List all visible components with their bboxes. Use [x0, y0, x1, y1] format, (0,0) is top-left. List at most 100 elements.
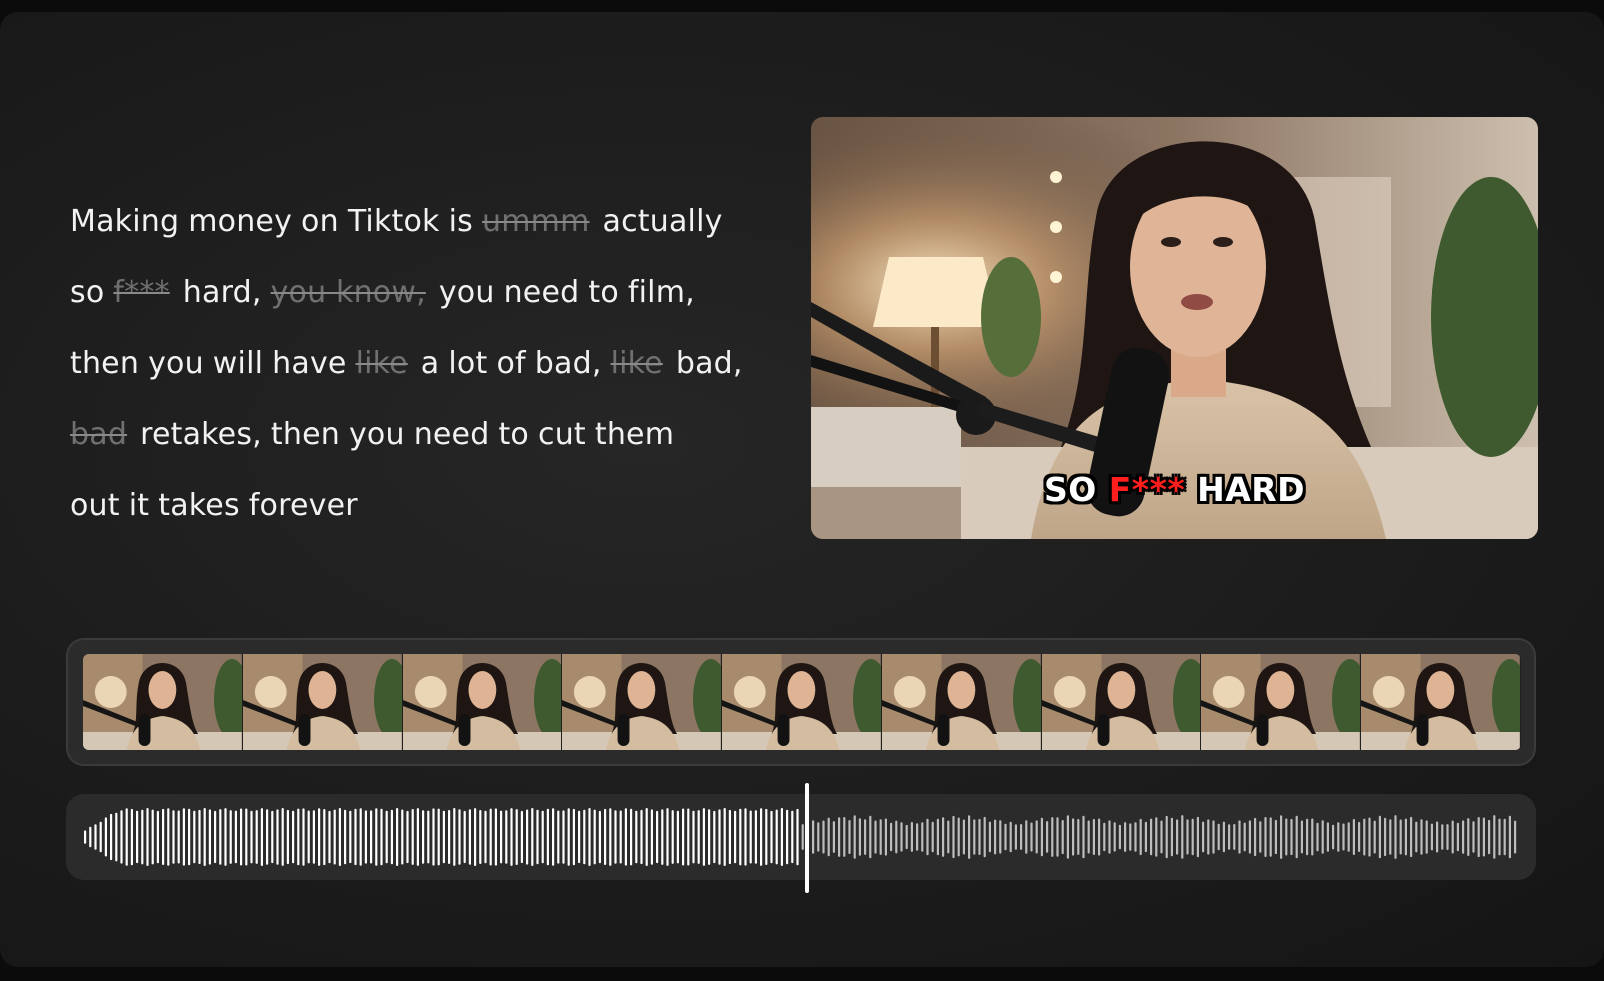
- waveform-bar: [749, 810, 752, 864]
- waveform-bar: [588, 808, 591, 866]
- waveform-bar: [323, 809, 326, 866]
- transcript-word[interactable]: cut: [538, 417, 586, 452]
- transcript-word[interactable]: you: [148, 346, 204, 381]
- timeline-playhead[interactable]: [805, 783, 809, 893]
- filmstrip-frame[interactable]: [402, 654, 563, 750]
- transcript-word[interactable]: will: [213, 346, 263, 381]
- waveform-bar: [957, 817, 960, 857]
- transcript-word[interactable]: you: [349, 417, 405, 452]
- transcript-word[interactable]: to: [498, 417, 529, 452]
- waveform-bar: [1108, 820, 1111, 854]
- transcript-word[interactable]: bad,: [676, 346, 743, 381]
- waveform-bar: [494, 808, 497, 866]
- waveform-bar: [1306, 818, 1309, 856]
- transcript-word-removed[interactable]: bad: [70, 417, 127, 452]
- audio-waveform-track[interactable]: [66, 794, 1536, 880]
- waveform-bar: [739, 808, 742, 866]
- waveform-bar: [1378, 815, 1381, 859]
- waveform-bar: [650, 809, 653, 865]
- filmstrip-frame[interactable]: [881, 654, 1042, 750]
- transcript-word[interactable]: then: [271, 417, 340, 452]
- transcript-word[interactable]: to: [588, 275, 619, 310]
- filmstrip-frame[interactable]: [1201, 654, 1362, 750]
- waveform-bar: [500, 810, 503, 864]
- transcript-word[interactable]: Making: [70, 204, 179, 239]
- filmstrip-frame[interactable]: [83, 654, 243, 750]
- filmstrip-frame[interactable]: [242, 654, 403, 750]
- transcript-word[interactable]: you: [439, 275, 495, 310]
- transcript-word[interactable]: money: [188, 204, 292, 239]
- transcript-word[interactable]: it: [129, 488, 150, 523]
- waveform-bar: [390, 809, 393, 865]
- transcript-word[interactable]: need: [414, 417, 490, 452]
- filmstrip-frame[interactable]: [562, 654, 723, 750]
- transcript-word[interactable]: of: [496, 346, 525, 381]
- waveform-bar: [208, 809, 211, 865]
- transcript-word[interactable]: actually: [603, 204, 723, 239]
- waveform-bar: [286, 809, 289, 865]
- transcript-word[interactable]: film,: [628, 275, 695, 310]
- transcript-word[interactable]: need: [504, 275, 580, 310]
- waveform-bar: [791, 810, 794, 864]
- filmstrip-frame[interactable]: [1041, 654, 1202, 750]
- waveform-bar: [422, 810, 425, 864]
- transcript-word[interactable]: then: [70, 346, 139, 381]
- waveform-bar: [1046, 821, 1049, 853]
- waveform-bar: [598, 810, 601, 864]
- waveform-bar: [1196, 816, 1199, 858]
- waveform-bar: [583, 809, 586, 865]
- waveform-bar: [229, 810, 232, 864]
- transcript-word[interactable]: lot: [448, 346, 487, 381]
- waveform-bar: [765, 808, 768, 865]
- transcript-word[interactable]: have: [272, 346, 346, 381]
- waveform-bar: [115, 812, 118, 862]
- waveform-bar: [890, 822, 893, 852]
- transcript-word-removed[interactable]: ummm: [482, 204, 590, 239]
- transcript-word-removed[interactable]: f***: [113, 275, 169, 310]
- waveform-bar: [453, 808, 456, 866]
- waveform-bar: [1025, 820, 1028, 854]
- waveform-bar: [604, 808, 607, 865]
- waveform-bar: [708, 809, 711, 865]
- transcript-word-removed[interactable]: you know,: [271, 275, 426, 310]
- transcript-word[interactable]: so: [70, 275, 104, 310]
- waveform-bar: [552, 808, 555, 866]
- waveform-bar: [1269, 817, 1272, 857]
- transcript-word[interactable]: forever: [249, 488, 358, 523]
- waveform-bar: [427, 810, 430, 864]
- waveform-bar: [796, 808, 799, 866]
- transcript-line: so f*** hard, you know, you need to film,: [70, 257, 790, 328]
- transcript-word[interactable]: takes: [158, 488, 240, 523]
- waveform-bar: [172, 810, 175, 864]
- waveform-bar: [1498, 818, 1501, 856]
- transcript-word-removed[interactable]: like: [611, 346, 663, 381]
- waveform-bar: [1020, 824, 1023, 850]
- waveform-bar: [1155, 817, 1158, 857]
- transcript-word[interactable]: them: [595, 417, 674, 452]
- waveform-bar: [1077, 819, 1080, 855]
- waveform-bar: [328, 810, 331, 864]
- waveform-bar: [531, 808, 534, 866]
- waveform-bar: [411, 809, 414, 865]
- filmstrip-frame[interactable]: [722, 654, 882, 750]
- waveform-bar: [822, 820, 825, 854]
- waveform-bar: [463, 810, 466, 864]
- transcript-line: bad retakes, then you need to cut them: [70, 399, 790, 470]
- transcript-word[interactable]: Tiktok: [348, 204, 440, 239]
- filmstrip-frame[interactable]: [1361, 654, 1521, 750]
- waveform-bar: [385, 810, 388, 864]
- waveform-bar: [1514, 820, 1517, 854]
- transcript-word[interactable]: retakes,: [140, 417, 262, 452]
- transcript-word[interactable]: a: [421, 346, 440, 381]
- transcript-word[interactable]: is: [449, 204, 473, 239]
- transcript-word[interactable]: hard,: [183, 275, 262, 310]
- transcript-word[interactable]: bad,: [535, 346, 602, 381]
- video-preview[interactable]: SO F*** HARD: [811, 117, 1538, 539]
- waveform-bar: [1488, 819, 1491, 855]
- video-filmstrip-track[interactable]: [66, 638, 1536, 766]
- transcript-word-removed[interactable]: like: [356, 346, 408, 381]
- transcript-word[interactable]: out: [70, 488, 120, 523]
- transcript-word[interactable]: on: [301, 204, 339, 239]
- waveform-bar: [364, 810, 367, 864]
- waveform-bar: [994, 819, 997, 855]
